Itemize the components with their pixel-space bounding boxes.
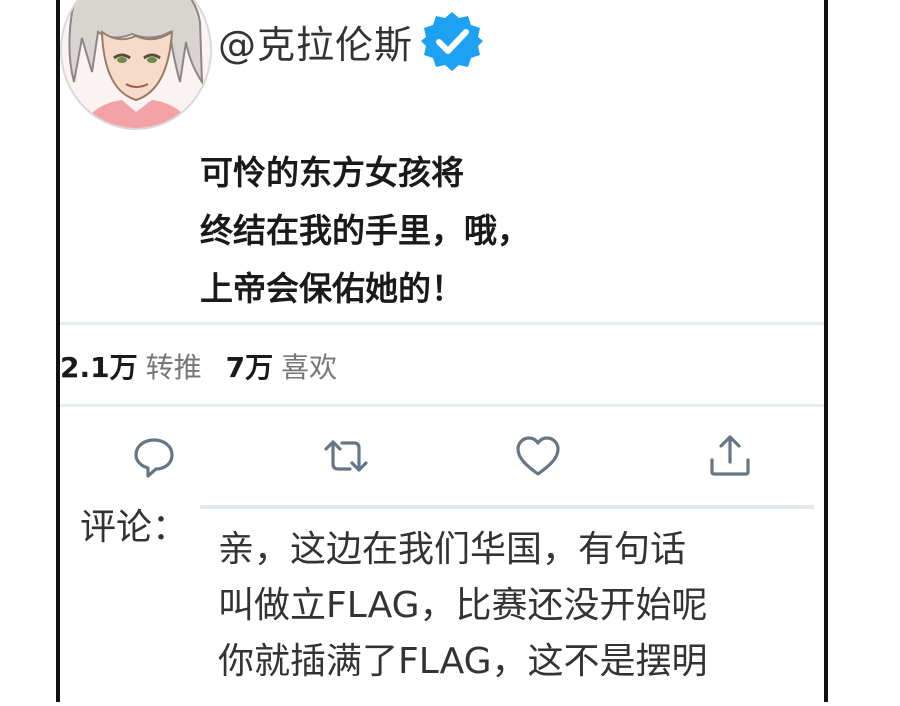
share-button[interactable]: [702, 426, 758, 486]
avatar[interactable]: [60, 0, 212, 130]
like-icon: [516, 436, 560, 476]
author-row: @克拉伦斯: [218, 10, 484, 72]
comment-text: 亲，这边在我们华国，有句话 叫做立FLAG，比赛还没开始呢 你就插满了FLAG，…: [218, 522, 707, 690]
tweet-line: 可怜的东方女孩将: [200, 153, 464, 192]
reply-button[interactable]: [126, 426, 182, 486]
like-count[interactable]: 7万: [226, 346, 273, 386]
comment-line: 亲，这边在我们华国，有句话: [218, 529, 687, 570]
left-margin: [0, 0, 60, 702]
retweet-button[interactable]: [318, 426, 374, 486]
divider: [60, 322, 824, 325]
like-label: 喜欢: [281, 351, 338, 384]
avatar-illustration: [62, 0, 210, 128]
share-icon: [710, 435, 750, 476]
reply-icon: [134, 438, 174, 478]
like-button[interactable]: [510, 426, 566, 486]
author-handle[interactable]: @克拉伦斯: [218, 14, 413, 69]
tweet-text: 可怜的东方女孩将 终结在我的手里，哦， 上帝会保佑她的！: [200, 144, 530, 318]
comment-line: 叫做立FLAG，比赛还没开始呢: [218, 585, 708, 626]
retweet-count[interactable]: 2.1万: [60, 346, 138, 386]
divider: [60, 404, 824, 407]
right-border: [824, 0, 828, 702]
verified-badge-icon: [421, 12, 484, 71]
action-bar: [60, 426, 824, 490]
comment-line: 你就插满了FLAG，这不是摆明: [218, 641, 708, 682]
tweet-stats: 2.1万 转推 7万 喜欢: [60, 346, 337, 386]
tweet-line: 上帝会保佑她的！: [200, 269, 464, 308]
retweet-icon: [324, 440, 368, 472]
comment-label: 评论：: [80, 507, 189, 548]
tweet-line: 终结在我的手里，哦，: [200, 211, 530, 250]
screenshot-frame: @克拉伦斯 可怜的东方女孩将 终结在我的手里，哦， 上帝会保佑她的！ 2.1万 …: [0, 0, 900, 706]
retweet-label: 转推: [145, 351, 202, 384]
